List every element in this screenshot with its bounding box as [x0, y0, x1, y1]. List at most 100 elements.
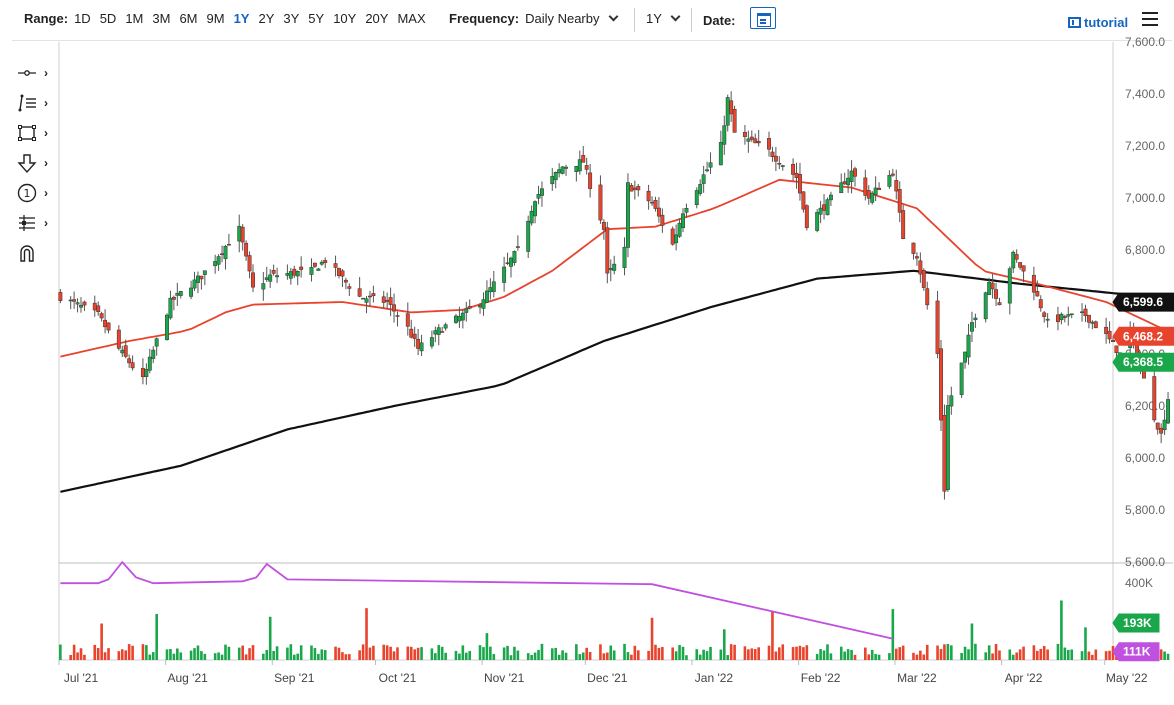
volume-bar [124, 650, 128, 660]
volume-bar [237, 647, 241, 660]
volume-bar [365, 608, 368, 660]
candle [990, 282, 995, 290]
candle [247, 255, 252, 272]
candle [1062, 316, 1067, 318]
volume-bar [1039, 648, 1043, 660]
candle [213, 261, 218, 267]
candle [825, 199, 830, 216]
candle [405, 313, 410, 327]
candle [202, 270, 207, 275]
volume-bar [341, 652, 344, 660]
candle [140, 368, 145, 378]
candle [116, 329, 121, 349]
volume-bar [540, 643, 544, 660]
volume-bar [385, 645, 389, 660]
candle [416, 338, 421, 349]
volume-bar [974, 643, 977, 660]
candle [505, 262, 510, 264]
candle [553, 171, 558, 181]
price-tick-label: 6,800.0 [1125, 243, 1165, 257]
candle [756, 141, 761, 144]
candle [488, 287, 493, 293]
candle [429, 337, 434, 347]
volume-bar [241, 645, 244, 660]
candle [295, 271, 300, 277]
candle [123, 345, 128, 357]
candle [1069, 313, 1074, 315]
candle [681, 213, 685, 229]
candle [1042, 312, 1047, 317]
candle [175, 292, 180, 296]
volume-bar [392, 651, 396, 660]
candle [1007, 268, 1012, 304]
candle [58, 292, 63, 301]
candle [646, 190, 651, 202]
candle [168, 297, 173, 319]
volume-bar [998, 650, 1001, 660]
volume-bar [248, 648, 251, 660]
candle [629, 185, 634, 192]
volume-bar [103, 652, 107, 660]
volume-bar [127, 644, 131, 660]
candle [1038, 299, 1043, 309]
volume-bar [227, 646, 231, 660]
volume-bar [224, 644, 227, 660]
volume-bar [348, 654, 351, 660]
candle [526, 220, 531, 252]
candle [1114, 345, 1119, 353]
candle [866, 190, 871, 199]
volume-bar [120, 649, 124, 660]
candle [608, 268, 613, 271]
time-tick-label: Sep '21 [274, 671, 315, 685]
volume-bar [695, 649, 699, 660]
candle [970, 322, 974, 332]
volume-bar [650, 617, 654, 660]
volume-bar [420, 647, 423, 660]
candle [997, 302, 1002, 306]
candle [729, 100, 734, 115]
volume-bar [1108, 650, 1111, 660]
candle [309, 266, 314, 275]
candle [199, 275, 204, 280]
volume-bar [826, 644, 829, 660]
candle [92, 302, 97, 311]
candle [154, 338, 159, 347]
candle [481, 299, 486, 309]
candle [347, 286, 352, 289]
volume-bar [409, 646, 413, 660]
candle [822, 204, 826, 211]
volume-bar [654, 644, 657, 660]
candle [1018, 262, 1023, 268]
volume-bar [72, 644, 76, 660]
volume-bar [674, 651, 678, 660]
volume-bar [344, 654, 348, 660]
candle [409, 328, 414, 338]
candle [333, 263, 338, 268]
time-tick-label: Jul '21 [64, 671, 99, 685]
candle [794, 172, 799, 178]
candle [777, 162, 782, 165]
volume-bar [100, 623, 103, 660]
volume-average-badge-label: 111K [1123, 645, 1151, 659]
price-chart[interactable]: 7,600.07,400.07,200.07,000.06,800.06,600… [0, 0, 1174, 705]
volume-bar [107, 648, 110, 660]
price-tick-label: 5,600.0 [1125, 555, 1165, 569]
candle [454, 315, 458, 323]
candle [897, 189, 902, 213]
volume-bar [815, 654, 819, 660]
volume-bar [588, 651, 592, 660]
volume-bar [454, 650, 458, 660]
candle [536, 194, 541, 199]
candle [1021, 265, 1026, 272]
volume-bar [626, 652, 630, 660]
volume-bar [561, 650, 564, 660]
candle [653, 199, 658, 209]
candle [1059, 313, 1064, 321]
candle [873, 187, 878, 195]
candle [780, 165, 785, 167]
volume-bar [984, 652, 988, 660]
volume-bar [1011, 654, 1015, 660]
volume-bar [657, 647, 661, 660]
volume-bar [633, 645, 637, 660]
candle [983, 292, 988, 320]
